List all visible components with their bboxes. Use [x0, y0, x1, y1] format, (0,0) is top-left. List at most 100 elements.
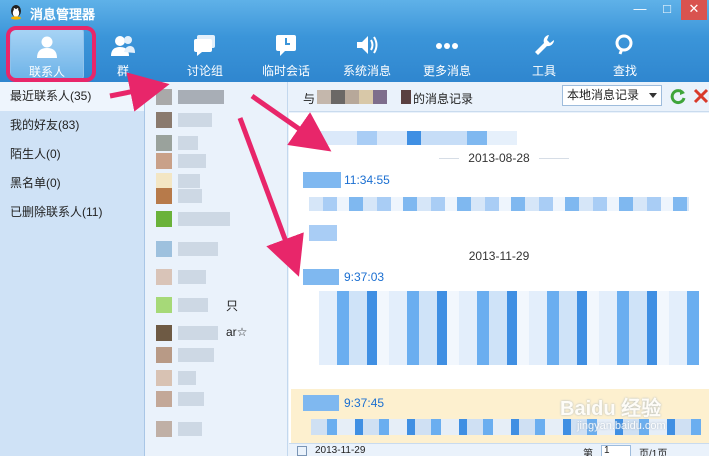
contact-row[interactable] — [146, 238, 287, 260]
contact-name — [178, 348, 214, 362]
contact-row[interactable] — [146, 208, 287, 230]
tool-more-messages[interactable]: 更多消息 — [410, 28, 484, 80]
avatar — [156, 269, 172, 285]
tool-tools[interactable]: 工具 — [507, 28, 581, 80]
blurred-name — [331, 90, 345, 104]
contact-name-visible: 只 — [226, 299, 239, 313]
temp-session-icon — [276, 35, 296, 56]
conversation-header: 与 的消息记录 本地消息记录 — [289, 82, 709, 112]
category-friends[interactable]: 我的好友(83) — [0, 111, 144, 140]
tool-group[interactable]: 群 — [86, 28, 160, 80]
contact-row[interactable]: 只 — [146, 294, 287, 316]
contact-name — [178, 90, 224, 104]
avatar — [156, 297, 172, 313]
contact-name — [178, 136, 198, 150]
contact-name — [178, 422, 202, 436]
category-list: 最近联系人(35) 我的好友(83) 陌生人(0) 黑名单(0) 已删除联系人(… — [0, 82, 145, 456]
chevron-down-icon — [649, 93, 657, 98]
watermark-url: jingyan.baidu.com — [577, 420, 666, 432]
highlight-box — [6, 26, 96, 82]
search-icon — [615, 34, 633, 55]
blurred-name — [317, 90, 331, 104]
tool-label: 更多消息 — [422, 64, 471, 78]
sender-name — [303, 395, 339, 411]
maximize-button[interactable]: □ — [654, 0, 680, 20]
date-separator: 2013-11-29 — [289, 249, 709, 263]
avatar — [156, 112, 172, 128]
contact-name — [178, 371, 196, 385]
tool-system-messages[interactable]: 系统消息 — [330, 28, 404, 80]
page-prefix: 第 — [583, 449, 593, 456]
divider — [539, 158, 569, 159]
contact-row[interactable] — [146, 418, 287, 440]
avatar — [156, 325, 172, 341]
message-time: 9:37:45 — [344, 396, 385, 410]
header-suffix: 的消息记录 — [413, 92, 474, 106]
refresh-icon[interactable] — [669, 87, 687, 105]
sender-name — [303, 269, 339, 285]
contact-row[interactable]: ar☆ — [146, 322, 287, 344]
date-label: 2013-08-28 — [468, 151, 530, 165]
contact-name — [178, 392, 204, 406]
window-title: 消息管理器 — [30, 7, 96, 22]
tool-label: 临时会话 — [261, 64, 310, 78]
page-suffix: 页/1页 — [639, 449, 668, 456]
blurred-name — [345, 90, 359, 104]
avatar — [156, 421, 172, 437]
contact-name — [178, 189, 202, 203]
avatar — [156, 188, 172, 204]
contact-row[interactable] — [146, 185, 287, 207]
delete-icon[interactable] — [693, 87, 709, 105]
contact-name — [178, 154, 206, 168]
category-strangers[interactable]: 陌生人(0) — [0, 140, 144, 169]
divider — [439, 158, 459, 159]
avatar — [156, 370, 172, 386]
contact-name — [178, 212, 230, 226]
message-time: 11:34:55 — [344, 173, 390, 187]
category-blacklist[interactable]: 黑名单(0) — [0, 169, 144, 198]
tool-temp-session[interactable]: 临时会话 — [249, 28, 323, 80]
contact-row[interactable] — [146, 109, 287, 131]
tool-label: 群 — [116, 64, 129, 78]
header-prefix: 与 — [303, 92, 316, 106]
page-input[interactable]: 1 — [601, 445, 631, 456]
blurred-name — [401, 90, 411, 104]
title-bar: 消息管理器 — □ ✕ — [0, 0, 709, 24]
category-recent[interactable]: 最近联系人(35) — [0, 82, 144, 111]
contact-row[interactable] — [146, 367, 287, 389]
title-toolbar-area: 消息管理器 — □ ✕ 联系人 群 讨论组 临时会话 系统消息 更多消息 工具 … — [0, 0, 709, 82]
contact-row[interactable] — [146, 344, 287, 366]
footer-date: 2013-11-29 — [315, 445, 366, 456]
blurred-name — [359, 90, 373, 104]
avatar — [156, 211, 172, 227]
blurred-text — [309, 197, 689, 211]
tool-label: 系统消息 — [342, 64, 391, 78]
contact-name — [178, 298, 208, 312]
contact-row[interactable] — [146, 388, 287, 410]
tool-label: 查找 — [612, 64, 637, 78]
calendar-icon[interactable] — [297, 446, 307, 456]
dropdown-value: 本地消息记录 — [567, 88, 640, 102]
avatar — [156, 135, 172, 151]
tool-discussion[interactable]: 讨论组 — [168, 28, 242, 80]
contact-name — [178, 113, 212, 127]
contact-row[interactable] — [146, 86, 287, 108]
blurred-name — [373, 90, 387, 104]
minimize-button[interactable]: — — [627, 0, 653, 20]
contact-row[interactable] — [146, 266, 287, 288]
avatar — [156, 89, 172, 105]
record-source-dropdown[interactable]: 本地消息记录 — [562, 85, 662, 106]
tool-search[interactable]: 查找 — [588, 28, 662, 80]
contact-list[interactable]: 只 ar☆ — [146, 82, 288, 456]
category-deleted[interactable]: 已删除联系人(11) — [0, 198, 144, 227]
watermark-logo: Baidu 经验 — [560, 398, 662, 420]
discussion-icon — [194, 35, 215, 56]
date-label: 2013-11-29 — [468, 249, 530, 263]
contact-row[interactable] — [146, 150, 287, 172]
speaker-icon — [357, 36, 378, 54]
avatar — [156, 347, 172, 363]
close-button[interactable]: ✕ — [681, 0, 707, 20]
blurred-text — [317, 131, 517, 145]
contact-name-visible: ar☆ — [226, 325, 248, 339]
group-icon — [111, 36, 135, 56]
